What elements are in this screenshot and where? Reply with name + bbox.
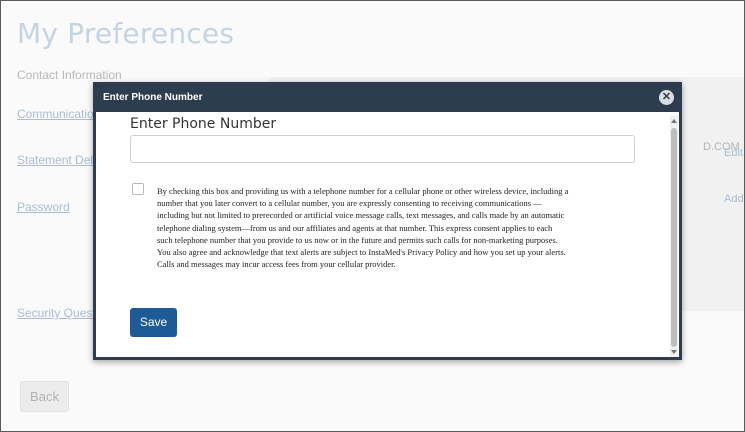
- statement-delivery-link[interactable]: Statement Delivery: [17, 153, 97, 167]
- back-button[interactable]: Back: [20, 381, 69, 412]
- modal-scrollbar[interactable]: [670, 116, 678, 357]
- phone-number-label: Enter Phone Number: [130, 116, 277, 132]
- password-link[interactable]: Password: [17, 200, 97, 214]
- phone-number-modal: Enter Phone Number ✕ Enter Phone Number …: [93, 82, 682, 360]
- consent-checkbox[interactable]: [132, 183, 144, 195]
- close-icon[interactable]: ✕: [659, 90, 674, 105]
- contact-information-label: Contact Information: [17, 68, 122, 82]
- save-button[interactable]: Save: [130, 308, 177, 337]
- modal-body: Enter Phone Number By checking this box …: [96, 112, 679, 357]
- modal-header: Enter Phone Number ✕: [96, 85, 679, 112]
- scroll-up-arrow-icon[interactable]: [671, 119, 677, 123]
- app-window: My Preferences Contact Information Commu…: [0, 0, 745, 432]
- phone-number-input[interactable]: [130, 135, 635, 163]
- edit-link[interactable]: Edit: [724, 147, 743, 159]
- communication-preferences-link[interactable]: Communication Preferences: [17, 107, 97, 121]
- page-title: My Preferences: [17, 17, 235, 50]
- modal-title: Enter Phone Number: [103, 92, 203, 103]
- scroll-thumb[interactable]: [671, 128, 677, 347]
- consent-text: By checking this box and providing us wi…: [157, 186, 569, 270]
- scroll-down-arrow-icon[interactable]: [671, 350, 677, 354]
- add-link[interactable]: Add: [724, 193, 744, 205]
- security-questions-link[interactable]: Security Questions: [17, 306, 97, 320]
